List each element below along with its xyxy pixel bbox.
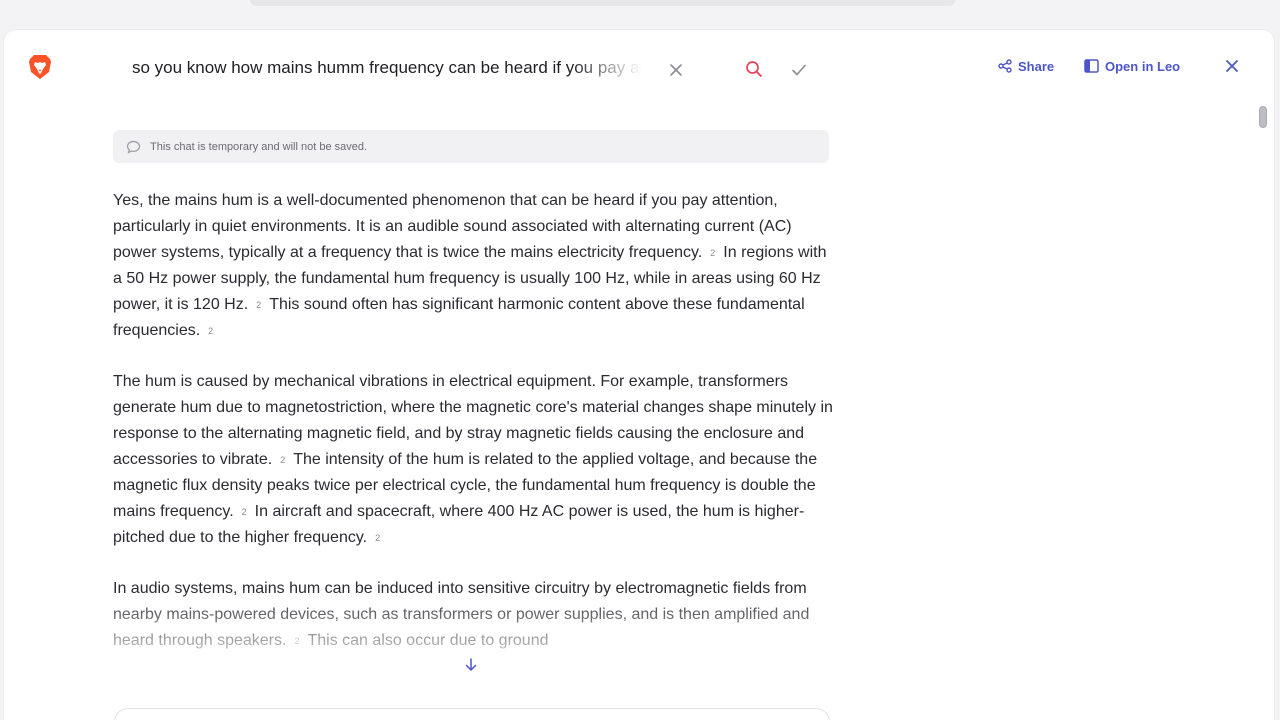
citation-link[interactable]: 2 (208, 326, 213, 336)
checkmark-icon (791, 63, 807, 77)
search-button[interactable] (740, 55, 768, 83)
close-icon (669, 63, 683, 77)
answer-paragraph: In audio systems, mains hum can be induc… (113, 576, 838, 654)
citation-link[interactable]: 2 (294, 636, 299, 646)
temporary-chat-notice: This chat is temporary and will not be s… (113, 130, 829, 163)
sidebar-panel-icon (1084, 59, 1099, 73)
close-panel-button[interactable] (1218, 52, 1246, 80)
citation-link[interactable]: 2 (710, 248, 715, 258)
citation-link[interactable]: 2 (256, 300, 261, 310)
panel-header: so you know how mains humm frequency can… (4, 30, 1274, 104)
scrollbar[interactable] (1258, 104, 1268, 720)
share-icon (998, 59, 1012, 73)
address-bar-edge (250, 0, 955, 6)
confirm-button[interactable] (785, 56, 813, 84)
share-button[interactable]: Share (988, 51, 1064, 81)
scroll-to-bottom-button[interactable] (458, 652, 484, 678)
search-icon (745, 60, 763, 78)
close-icon (1225, 59, 1239, 73)
brave-lion-logo (28, 54, 52, 80)
citation-link[interactable]: 2 (242, 507, 247, 517)
answer-paragraph: Yes, the mains hum is a well-documented … (113, 188, 838, 344)
leo-answer-panel: so you know how mains humm frequency can… (4, 30, 1274, 720)
notice-text: This chat is temporary and will not be s… (150, 140, 368, 153)
answer-paragraph: The hum is caused by mechanical vibratio… (113, 369, 838, 551)
browser-top-strip (0, 0, 1280, 14)
open-in-leo-button[interactable]: Open in Leo (1074, 51, 1190, 81)
scrollbar-thumb[interactable] (1259, 106, 1267, 128)
chat-input-field[interactable] (114, 708, 830, 720)
answer-sentence: This can also occur due to ground (307, 632, 549, 649)
search-query-box: so you know how mains humm frequency can… (112, 48, 832, 88)
open-in-leo-label: Open in Leo (1105, 58, 1181, 74)
search-query-text[interactable]: so you know how mains humm frequency can… (132, 58, 642, 80)
answer-content: Yes, the mains hum is a well-documented … (113, 188, 838, 679)
arrow-down-icon (465, 658, 477, 672)
citation-link[interactable]: 2 (280, 455, 285, 465)
answer-sentence: Yes, the mains hum is a well-documented … (113, 192, 792, 261)
citation-link[interactable]: 2 (375, 533, 380, 543)
share-label: Share (1018, 58, 1055, 74)
clear-query-button[interactable] (662, 56, 690, 84)
chat-bubble-icon (126, 140, 141, 154)
